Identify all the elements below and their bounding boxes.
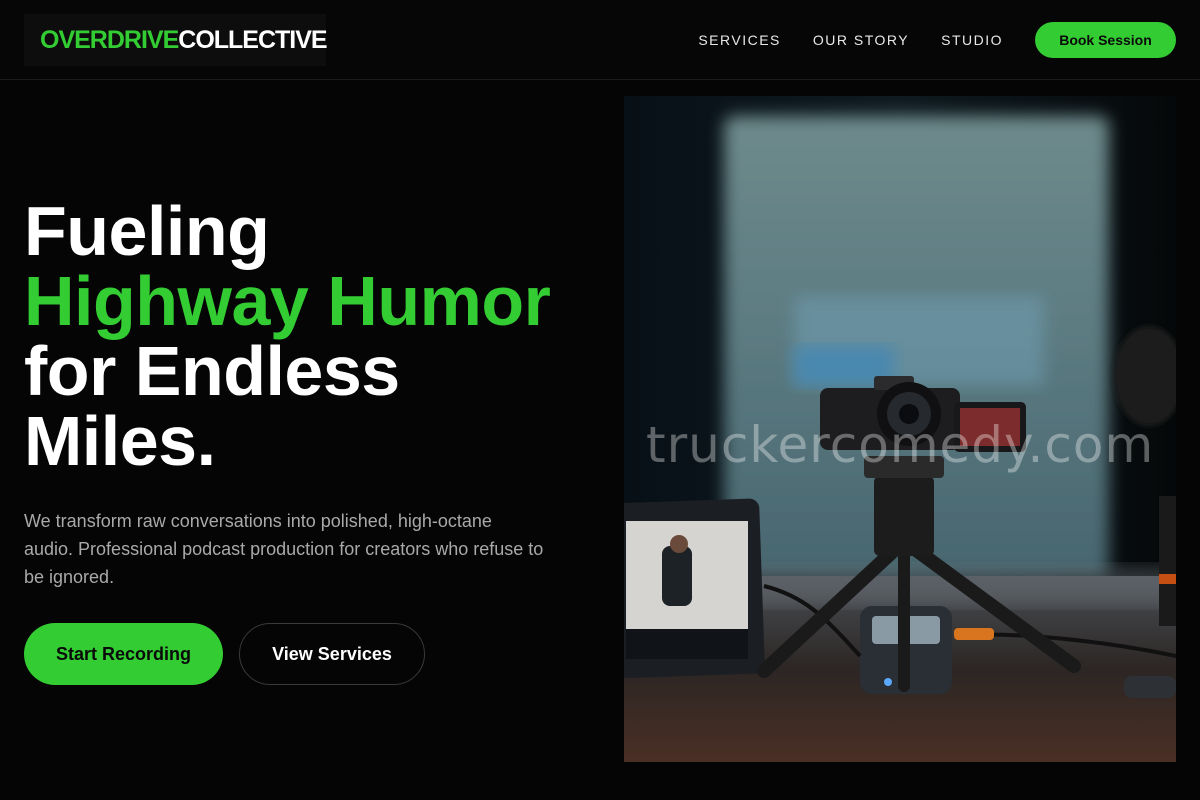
start-recording-button[interactable]: Start Recording (24, 623, 223, 685)
logo-container[interactable]: OVERDRIVECOLLECTIVE (24, 14, 328, 66)
hero-title-line-4: Miles. (24, 402, 216, 480)
site-header: OVERDRIVECOLLECTIVE SERVICES OUR STORY S… (0, 0, 1200, 80)
hero-title-line-2: Highway Humor (24, 262, 551, 340)
nav-link-studio[interactable]: STUDIO (941, 32, 1003, 48)
nav-link-services[interactable]: SERVICES (698, 32, 781, 48)
hero-title-line-3: for Endless (24, 332, 400, 410)
hero-title: Fueling Highway Humor for Endless Miles. (24, 196, 604, 476)
hero-studio-image (624, 96, 1176, 762)
logo-part-overdrive: OVERDRIVE (40, 25, 179, 54)
book-session-button[interactable]: Book Session (1035, 22, 1176, 58)
hero-title-line-1: Fueling (24, 192, 270, 270)
main-nav: SERVICES OUR STORY STUDIO Book Session (698, 0, 1200, 80)
hero-subtitle: We transform raw conversations into poli… (24, 511, 544, 587)
logo-part-collective: COLLECTIVE (178, 25, 327, 54)
nav-link-our-story[interactable]: OUR STORY (813, 32, 909, 48)
logo[interactable]: OVERDRIVECOLLECTIVE (40, 25, 328, 55)
studio-camera-illustration (624, 96, 1176, 762)
view-services-button[interactable]: View Services (239, 623, 425, 685)
